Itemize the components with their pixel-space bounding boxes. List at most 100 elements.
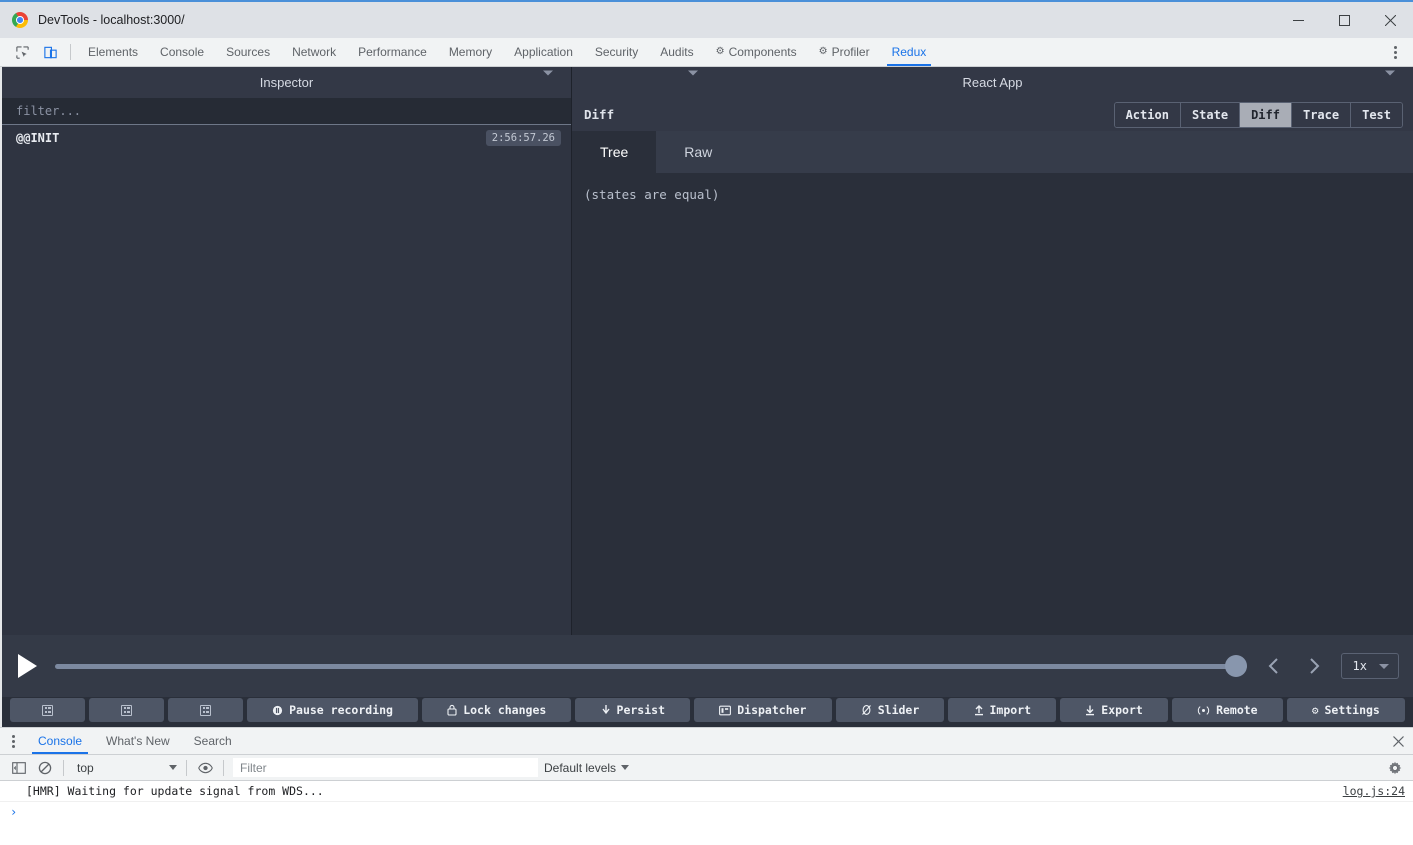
import-button[interactable]: Import — [948, 698, 1057, 722]
layout-button-2[interactable] — [89, 698, 164, 722]
chevron-right-icon[interactable] — [1301, 651, 1327, 681]
clear-console-icon[interactable] — [32, 757, 58, 779]
slider-button[interactable]: Slider — [835, 698, 945, 722]
console-sidebar-icon[interactable] — [6, 757, 32, 779]
action-list-item[interactable]: @@INIT 2:56:57.26 — [2, 125, 571, 151]
gear-icon: ⚙ — [818, 46, 828, 57]
play-icon[interactable] — [18, 654, 37, 678]
subtab-tree[interactable]: Tree — [572, 131, 657, 173]
dispatcher-button[interactable]: Dispatcher — [694, 698, 832, 722]
minimize-button[interactable] — [1275, 2, 1321, 38]
toolbar-divider — [223, 759, 224, 776]
execution-context-select[interactable]: top — [69, 758, 181, 778]
playback-speed-value: 1x — [1352, 659, 1367, 673]
action-filter-input[interactable]: filter... — [2, 98, 571, 125]
execution-context-value: top — [77, 760, 94, 775]
tab-network[interactable]: Network — [281, 38, 347, 66]
remote-button[interactable]: Remote — [1171, 698, 1283, 722]
more-options-icon[interactable] — [1381, 38, 1409, 66]
redux-panes: Inspector filter... @@INIT 2:56:57.26 Re… — [2, 67, 1413, 635]
tab-console[interactable]: Console — [149, 38, 215, 66]
tab-label: Trace — [1302, 107, 1340, 122]
monitor-tab-action[interactable]: Action — [1114, 102, 1181, 127]
button-label: Persist — [616, 703, 665, 717]
lock-changes-button[interactable]: Lock changes — [422, 698, 572, 722]
monitor-selector-bar: Diff Action State Diff Trace Test — [572, 98, 1413, 131]
tab-security[interactable]: Security — [584, 38, 649, 66]
export-button[interactable]: Export — [1060, 698, 1168, 722]
tab-elements[interactable]: Elements — [77, 38, 149, 66]
button-label: Import — [989, 703, 1032, 717]
monitor-pane: React App Diff Action State Diff Trace T… — [572, 67, 1413, 635]
console-prompt[interactable]: › — [0, 802, 1413, 822]
tab-profiler[interactable]: ⚙ Profiler — [808, 38, 881, 66]
monitor-title: React App — [962, 75, 1023, 90]
tab-performance[interactable]: Performance — [347, 38, 438, 66]
chevron-left-icon[interactable] — [1261, 651, 1287, 681]
monitor-tab-test[interactable]: Test — [1351, 102, 1402, 127]
monitor-tab-diff[interactable]: Diff — [1240, 102, 1292, 127]
live-expression-icon[interactable] — [192, 757, 218, 779]
import-icon — [974, 704, 984, 716]
tab-application[interactable]: Application — [503, 38, 584, 66]
monitor-selected-tab-label: Diff — [584, 107, 615, 122]
monitor-tab-state[interactable]: State — [1180, 102, 1241, 127]
chevron-down-icon — [621, 765, 630, 770]
layout-grid-icon — [200, 704, 211, 716]
tab-sources[interactable]: Sources — [215, 38, 281, 66]
inspect-element-icon[interactable] — [8, 38, 36, 66]
gear-icon[interactable] — [1381, 761, 1409, 775]
log-levels-select[interactable]: Default levels — [544, 760, 630, 775]
pause-recording-icon — [272, 705, 283, 716]
tab-components[interactable]: ⚙ Components — [705, 38, 808, 66]
gear-icon: ⚙ — [1311, 703, 1319, 717]
tab-label: Audits — [660, 45, 694, 59]
chevron-down-icon[interactable] — [1385, 70, 1395, 90]
tab-label: Sources — [226, 45, 271, 59]
layout-button-3[interactable] — [168, 698, 243, 722]
chevron-down-icon[interactable] — [543, 70, 553, 90]
timeline-slider[interactable] — [55, 655, 1247, 677]
tab-label: Elements — [88, 45, 139, 59]
monitor-tab-group: Action State Diff Trace Test — [1113, 101, 1403, 128]
console-message[interactable]: [HMR] Waiting for update signal from WDS… — [0, 781, 1413, 802]
tab-memory[interactable]: Memory — [438, 38, 503, 66]
drawer-tab-search[interactable]: Search — [182, 728, 244, 754]
close-button[interactable] — [1367, 2, 1413, 38]
device-toolbar-icon[interactable] — [36, 38, 64, 66]
tab-label: Action — [1125, 107, 1169, 122]
chevron-down-icon — [169, 765, 177, 770]
tab-label: Search — [193, 734, 232, 748]
console-filter-input[interactable]: Filter — [233, 758, 538, 777]
playback-speed-select[interactable]: 1x — [1340, 653, 1399, 679]
inspector-header[interactable]: Inspector — [2, 67, 571, 98]
persist-button[interactable]: Persist — [575, 698, 691, 722]
prompt-caret-icon: › — [10, 805, 18, 819]
lock-icon — [447, 704, 457, 716]
log-levels-label: Default levels — [544, 760, 617, 775]
tab-label: Diff — [1251, 107, 1280, 122]
settings-button[interactable]: ⚙ Settings — [1286, 698, 1405, 722]
inspector-title: Inspector — [259, 75, 314, 90]
tab-label: Performance — [358, 45, 427, 59]
monitor-header[interactable]: React App — [572, 67, 1413, 98]
drawer-tab-console[interactable]: Console — [26, 728, 94, 754]
slider-thumb[interactable] — [1224, 655, 1247, 677]
close-icon[interactable] — [1383, 728, 1413, 754]
devtools-tabbar: Elements Console Sources Network Perform… — [0, 38, 1413, 67]
layout-button-1[interactable] — [10, 698, 85, 722]
drawer-tab-whats-new[interactable]: What's New — [94, 728, 182, 754]
drawer-menu-icon[interactable] — [0, 728, 26, 754]
pause-recording-button[interactable]: Pause recording — [247, 698, 419, 722]
devtools-window: DevTools - localhost:3000/ Elements Cons… — [0, 0, 1413, 845]
tab-label: Components — [728, 45, 797, 59]
chevron-down-icon[interactable] — [688, 70, 698, 90]
subtab-raw[interactable]: Raw — [656, 131, 740, 173]
console-message-source-link[interactable]: log.js:24 — [1343, 784, 1405, 798]
monitor-tab-trace[interactable]: Trace — [1291, 102, 1352, 127]
maximize-button[interactable] — [1321, 2, 1367, 38]
tab-redux[interactable]: Redux — [881, 38, 938, 66]
tab-audits[interactable]: Audits — [649, 38, 704, 66]
action-filter-placeholder: filter... — [16, 104, 82, 118]
layout-grid-icon — [42, 704, 53, 716]
